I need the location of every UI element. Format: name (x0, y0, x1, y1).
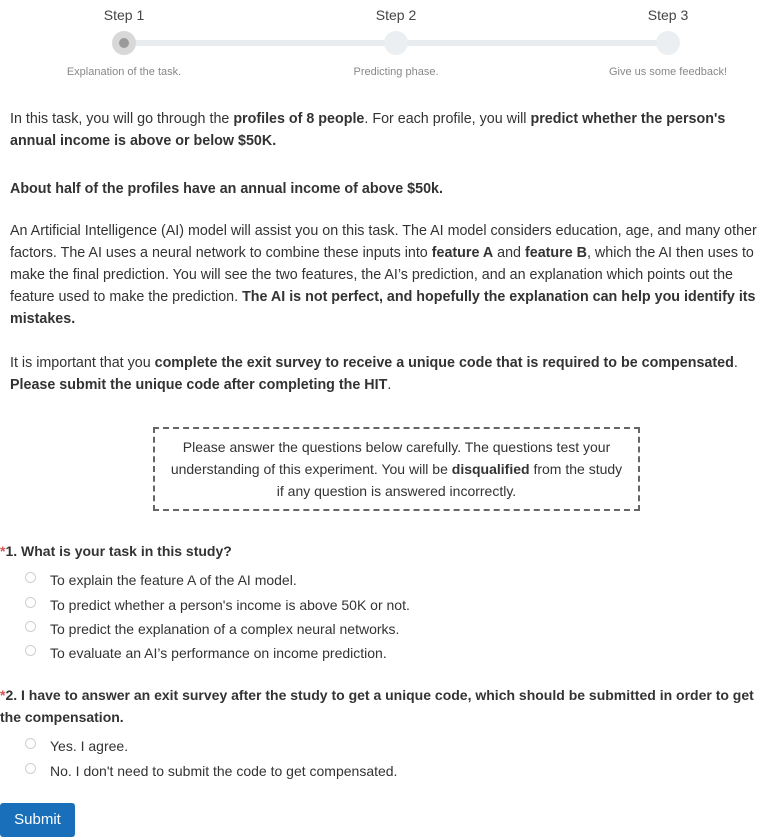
question-1-option-3[interactable]: To predict the explanation of a complex … (25, 618, 399, 640)
intro-text: In this task, you will go through the (10, 111, 234, 127)
intro-paragraph-4: It is important that you complete the ex… (10, 352, 772, 396)
question-2-text: 2. I have to answer an exit survey after… (0, 687, 754, 725)
submit-button[interactable]: Submit (0, 803, 75, 837)
radio-button[interactable] (25, 762, 36, 774)
option-label: Yes. I agree. (50, 738, 129, 754)
radio-button[interactable] (25, 644, 36, 656)
intro-emphasis: feature A (431, 245, 494, 261)
intro-text: . (387, 377, 392, 393)
radio-button[interactable] (25, 620, 36, 632)
option-label: To explain the feature A of the AI model… (50, 572, 297, 588)
warning-notice: Please answer the questions below carefu… (153, 427, 640, 511)
step-3-title: Step 3 (647, 7, 689, 23)
question-2-label: *2. I have to answer an exit survey afte… (0, 684, 777, 728)
intro-text: . (733, 355, 738, 371)
stepper: Step 1 Explanation of the task. Step 2 P… (0, 0, 777, 90)
intro-paragraph-1: In this task, you will go through the pr… (10, 108, 772, 152)
question-1-text: 1. What is your task in this study? (5, 543, 232, 559)
intro-text: . For each profile, you will (364, 111, 531, 127)
step-1-description: Explanation of the task. (66, 66, 182, 78)
radio-button[interactable] (25, 596, 36, 608)
intro-emphasis: feature B (525, 245, 587, 261)
option-label: To evaluate an AI’s performance on incom… (50, 645, 387, 661)
question-2-option-2[interactable]: No. I don't need to submit the code to g… (25, 760, 397, 782)
intro-text: and (493, 245, 525, 261)
option-label: To predict the explanation of a complex … (50, 621, 400, 637)
intro-emphasis: profiles of 8 people (233, 111, 365, 127)
question-1-option-2[interactable]: To predict whether a person's income is … (25, 594, 410, 616)
radio-button[interactable] (25, 571, 36, 583)
step-2-title: Step 2 (375, 7, 417, 23)
step-1-title: Step 1 (103, 7, 145, 23)
option-label: To predict whether a person's income is … (50, 597, 410, 613)
step-3-description: Give us some feedback! (608, 66, 728, 78)
step-2-indicator (384, 31, 408, 55)
question-2-option-1[interactable]: Yes. I agree. (25, 735, 128, 757)
intro-text: It is important that you (10, 355, 155, 371)
intro-paragraph-2: About half of the profiles have an annua… (10, 181, 443, 197)
step-1-indicator (112, 31, 136, 55)
question-1-label: *1. What is your task in this study? (0, 540, 777, 562)
intro-paragraph-3: An Artificial Intelligence (AI) model wi… (10, 220, 772, 330)
question-1-option-4[interactable]: To evaluate an AI’s performance on incom… (25, 642, 387, 664)
step-2-description: Predicting phase. (353, 66, 439, 78)
notice-emphasis: disqualified (451, 461, 530, 477)
question-1-option-1[interactable]: To explain the feature A of the AI model… (25, 569, 297, 591)
step-3-indicator (656, 31, 680, 55)
option-label: No. I don't need to submit the code to g… (50, 763, 398, 779)
radio-button[interactable] (25, 737, 36, 749)
intro-emphasis: complete the exit survey to receive a un… (154, 355, 734, 371)
intro-emphasis: Please submit the unique code after comp… (10, 377, 388, 393)
